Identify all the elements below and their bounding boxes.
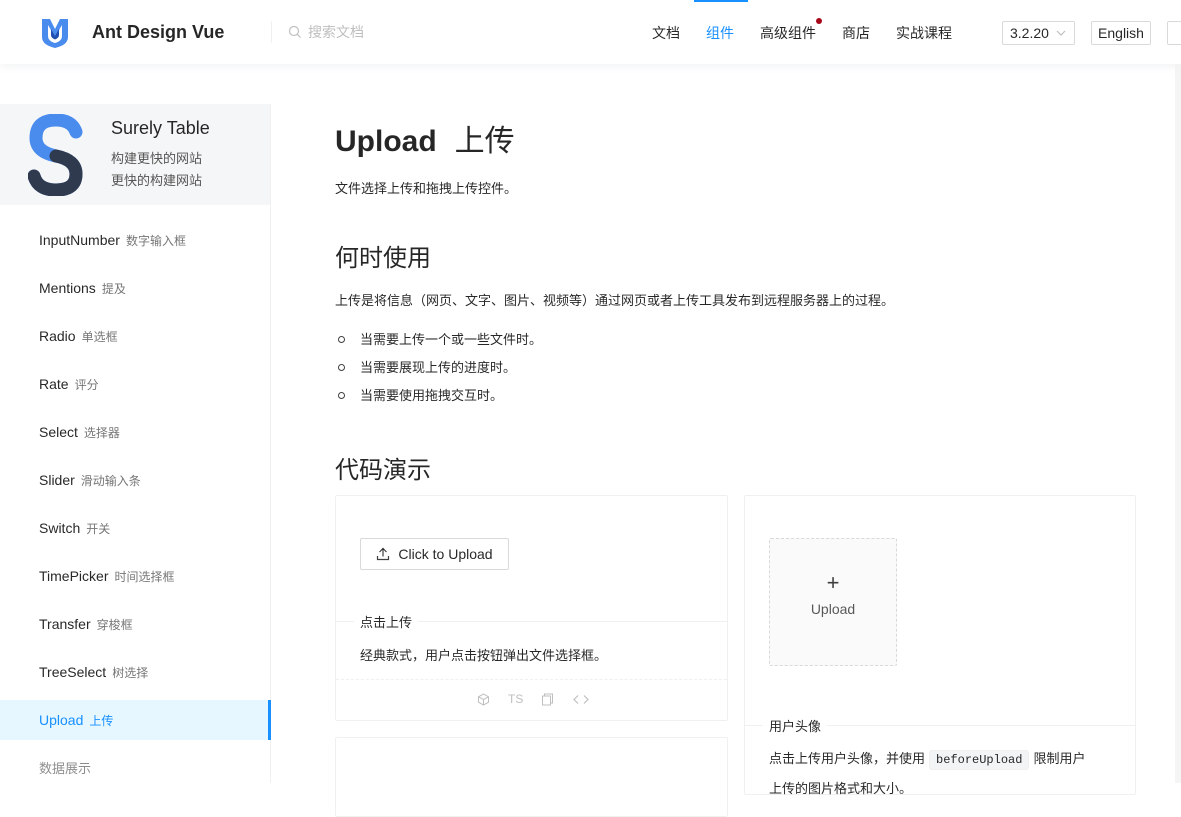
component-menu: InputNumber 数字输入框 Mentions 提及 Radio 单选框 Rat… — [0, 220, 271, 740]
brand-name[interactable]: Ant Design Vue — [92, 22, 224, 43]
code-expand-icon[interactable] — [572, 693, 590, 706]
version-value: 3.2.20 — [1010, 25, 1049, 41]
codesandbox-icon[interactable] — [477, 692, 490, 706]
promo-subtitle: 构建更快的网站 — [111, 151, 203, 166]
menu-item-transfer[interactable]: Transfer 穿梭框 — [0, 604, 270, 644]
page-title-en: Upload — [335, 125, 437, 158]
demo-title-avatar[interactable]: 用户头像 — [763, 716, 828, 735]
search-box[interactable] — [288, 24, 468, 40]
surely-table-promo[interactable]: Surely Table 构建更快的网站 更快的构建网站 — [0, 104, 270, 205]
nav-advanced-components[interactable]: 高级组件 — [748, 0, 830, 64]
demo-title-click-upload[interactable]: 点击上传 — [354, 612, 419, 631]
list-item: 当需要使用拖拽交互时。 — [335, 384, 542, 412]
menu-item-radio[interactable]: Radio 单选框 — [0, 316, 270, 356]
header-divider — [271, 21, 272, 43]
menu-item-label: Rate — [39, 376, 69, 392]
menu-item-sublabel: 评分 — [74, 378, 99, 392]
nav-components[interactable]: 组件 — [694, 0, 748, 64]
menu-item-label: Switch — [39, 520, 81, 536]
nav-store[interactable]: 商店 — [830, 0, 884, 64]
version-select[interactable]: 3.2.20 — [1002, 21, 1075, 45]
main-nav: 文档 组件 高级组件 商店 实战课程 — [640, 0, 966, 64]
scrollbar[interactable] — [1173, 0, 1181, 783]
avatar-upload-area[interactable]: + Upload — [769, 538, 897, 666]
top-header: Ant Design Vue 文档 组件 高级组件 商店 实战课程 3.2.20… — [0, 0, 1181, 64]
menu-item-select[interactable]: Select 选择器 — [0, 412, 270, 452]
promo-title: Surely Table — [111, 118, 210, 138]
menu-item-slider[interactable]: Slider 滑动输入条 — [0, 460, 270, 500]
menu-item-label: TreeSelect — [39, 664, 107, 680]
menu-item-sublabel: 开关 — [86, 522, 111, 536]
menu-item-sublabel: 数字输入框 — [125, 234, 186, 248]
surely-table-logo — [28, 114, 83, 196]
demo-actions: TS — [477, 692, 590, 706]
menu-group-data-display[interactable]: 数据展示 — [0, 758, 270, 777]
demo-description-text: 点击上传用户头像，并使用 — [769, 751, 926, 766]
page-title-cn: 上传 — [454, 125, 515, 158]
search-input[interactable] — [308, 24, 468, 40]
list-item: 当需要上传一个或一些文件时。 — [335, 328, 542, 356]
copy-icon[interactable] — [541, 693, 554, 706]
menu-item-label: TimePicker — [39, 568, 109, 584]
demo-card-click-upload: Click to Upload 点击上传 经典款式，用户点击按钮弹出文件选择框。… — [335, 495, 728, 721]
section-title-demos: 代码演示 — [335, 457, 431, 484]
card-divider — [336, 679, 727, 680]
inline-code: beforeUpload — [929, 750, 1030, 770]
ant-design-vue-logo[interactable] — [40, 17, 70, 49]
click-to-upload-button[interactable]: Click to Upload — [360, 538, 509, 570]
demo-card-next — [335, 737, 728, 817]
menu-item-rate[interactable]: Rate 评分 — [0, 364, 270, 404]
page-title: Upload 上传 — [335, 116, 515, 160]
menu-item-treeselect[interactable]: TreeSelect 树选择 — [0, 652, 270, 692]
menu-item-sublabel: 树选择 — [112, 666, 149, 680]
click-to-upload-label: Click to Upload — [398, 546, 493, 562]
menu-item-sublabel: 时间选择框 — [114, 570, 175, 584]
plus-icon: + — [826, 570, 840, 595]
menu-item-label: Radio — [39, 328, 76, 344]
typescript-toggle[interactable]: TS — [508, 692, 523, 706]
search-icon — [288, 25, 301, 38]
menu-item-sublabel: 提及 — [101, 282, 126, 296]
list-item: 当需要展现上传的进度时。 — [335, 356, 542, 384]
menu-item-label: Select — [39, 424, 78, 440]
menu-item-label: Upload — [39, 712, 84, 728]
menu-item-sublabel: 滑动输入条 — [80, 474, 141, 488]
language-switch-button[interactable]: English — [1091, 21, 1151, 45]
menu-item-timepicker[interactable]: TimePicker 时间选择框 — [0, 556, 270, 596]
nav-advanced-components-label: 高级组件 — [760, 25, 816, 41]
menu-item-label: Slider — [39, 472, 75, 488]
demo-card-avatar: + Upload 用户头像 点击上传用户头像，并使用 beforeUpload 限制… — [744, 495, 1136, 796]
direction-switch-button[interactable]: 更 — [1167, 21, 1181, 45]
nav-docs[interactable]: 文档 — [640, 0, 694, 64]
menu-item-sublabel: 上传 — [89, 714, 114, 728]
menu-item-label: Transfer — [39, 616, 91, 632]
menu-item-sublabel: 穿梭框 — [96, 618, 133, 632]
new-badge-dot — [816, 18, 822, 24]
menu-item-sublabel: 单选框 — [81, 330, 118, 344]
upload-icon — [377, 547, 390, 561]
section-title-when: 何时使用 — [335, 245, 431, 272]
sidebar: Surely Table 构建更快的网站 更快的构建网站 InputNumber… — [0, 104, 271, 783]
menu-item-label: InputNumber — [39, 232, 120, 248]
menu-item-label: Mentions — [39, 280, 96, 296]
menu-item-mentions[interactable]: Mentions 提及 — [0, 268, 270, 308]
menu-item-sublabel: 选择器 — [83, 426, 120, 440]
when-bullet-list: 当需要上传一个或一些文件时。 当需要展现上传的进度时。 当需要使用拖拽交互时。 — [335, 328, 542, 412]
menu-item-upload[interactable]: Upload 上传 — [0, 700, 271, 740]
demo-description-text: 限制用户 — [1033, 751, 1086, 766]
when-description: 上传是将信息（网页、文字、图片、视频等）通过网页或者上传工具发布到远程服务器上的… — [335, 293, 895, 308]
chevron-down-icon — [1056, 22, 1066, 53]
demo-description: 点击上传用户头像，并使用 beforeUpload 限制用户 — [769, 748, 1086, 770]
nav-courses[interactable]: 实战课程 — [884, 0, 966, 64]
demo-description: 经典款式，用户点击按钮弹出文件选择框。 — [360, 648, 608, 663]
promo-subtitle: 更快的构建网站 — [111, 173, 203, 188]
page-description: 文件选择上传和拖拽上传控件。 — [335, 181, 518, 196]
menu-item-inputnumber[interactable]: InputNumber 数字输入框 — [0, 220, 270, 260]
demo-description: 上传的图片格式和大小。 — [769, 781, 913, 796]
menu-item-switch[interactable]: Switch 开关 — [0, 508, 270, 548]
avatar-upload-label: Upload — [810, 601, 856, 617]
